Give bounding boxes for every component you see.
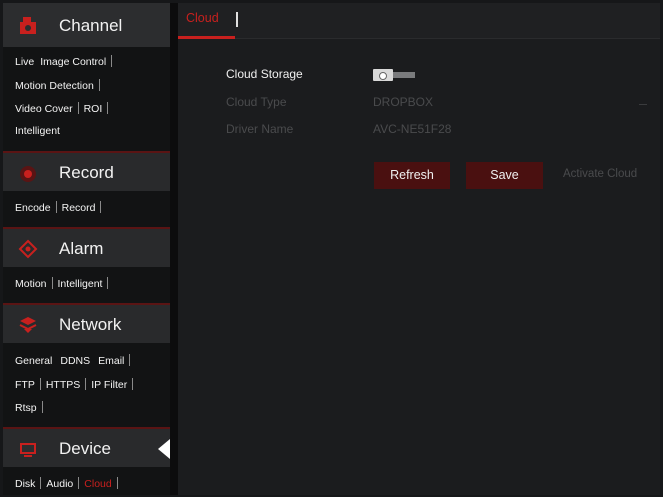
separator bbox=[107, 102, 109, 114]
tab-bar: Cloud bbox=[178, 3, 660, 39]
cloud-storage-toggle[interactable] bbox=[373, 69, 421, 81]
sidebar-subrow: Motion Detection bbox=[15, 79, 105, 93]
toggle-knob bbox=[373, 69, 393, 81]
network-icon bbox=[19, 317, 37, 333]
activate-cloud-button[interactable]: Activate Cloud bbox=[563, 168, 637, 180]
cloud-type-label: Cloud Type bbox=[226, 95, 287, 109]
sidebar-title-network: Network bbox=[59, 315, 122, 334]
sidebar-subrow: Motion Intelligent bbox=[15, 277, 113, 291]
sidebar-subrow: Encode Record bbox=[15, 201, 106, 215]
sidebar-subrow: Rtsp bbox=[15, 401, 48, 415]
cloud-type-select[interactable]: DROPBOX bbox=[373, 95, 433, 109]
alarm-icon bbox=[18, 239, 38, 259]
cloud-storage-label: Cloud Storage bbox=[226, 67, 303, 81]
sidebar-item-video-cover[interactable]: Video Cover bbox=[15, 102, 73, 116]
channel-camera-icon bbox=[20, 17, 36, 34]
sidebar-header-device[interactable]: Device bbox=[3, 427, 170, 467]
main-panel: Cloud Cloud Storage Cloud Type DROPBOX D… bbox=[178, 3, 660, 495]
sidebar-item-record[interactable]: Record bbox=[62, 201, 96, 215]
sidebar: Channel Live Image Control Motion Detecti… bbox=[3, 3, 170, 495]
separator bbox=[51, 277, 53, 289]
sidebar-item-intelligent-alarm[interactable]: Intelligent bbox=[58, 277, 103, 291]
sidebar-title-channel: Channel bbox=[59, 16, 123, 35]
sidebar-subrow: General DDNS Email bbox=[15, 354, 135, 368]
sidebar-item-motion[interactable]: Motion bbox=[15, 277, 47, 291]
sidebar-item-general[interactable]: General bbox=[15, 354, 52, 368]
separator bbox=[129, 354, 131, 366]
sidebar-header-alarm[interactable]: Alarm bbox=[3, 227, 170, 267]
sidebar-title-alarm: Alarm bbox=[59, 239, 104, 258]
sidebar-item-ftp[interactable]: FTP bbox=[15, 378, 35, 392]
sidebar-subrow: FTP HTTPS IP Filter bbox=[15, 378, 138, 392]
sidebar-title-device: Device bbox=[59, 439, 111, 458]
separator bbox=[98, 79, 100, 91]
sidebar-item-live[interactable]: Live bbox=[15, 55, 34, 69]
sidebar-item-ddns[interactable]: DDNS bbox=[60, 354, 90, 368]
sidebar-subrow: Video Cover ROI bbox=[15, 102, 113, 116]
record-icon bbox=[20, 166, 36, 182]
sidebar-divider bbox=[170, 3, 178, 495]
tab-active-underline bbox=[178, 36, 235, 39]
sidebar-item-roi[interactable]: ROI bbox=[84, 102, 103, 116]
toggle-track bbox=[393, 72, 415, 78]
tab-cloud[interactable]: Cloud bbox=[186, 11, 219, 25]
sidebar-header-network[interactable]: Network bbox=[3, 303, 170, 343]
sidebar-item-intelligent[interactable]: Intelligent bbox=[15, 124, 60, 138]
separator bbox=[40, 477, 42, 489]
separator bbox=[39, 378, 41, 390]
sidebar-subrow: Disk Audio Cloud bbox=[15, 477, 123, 491]
sidebar-header-record[interactable]: Record bbox=[3, 151, 170, 191]
save-button[interactable]: Save bbox=[466, 162, 543, 189]
active-section-indicator-icon bbox=[158, 439, 170, 459]
separator bbox=[55, 201, 57, 213]
sidebar-title-record: Record bbox=[59, 163, 114, 182]
sidebar-item-image-control[interactable]: Image Control bbox=[40, 55, 106, 69]
tab-separator bbox=[236, 12, 238, 27]
sidebar-subrow: Live Image Control bbox=[15, 55, 117, 69]
driver-name-label: Driver Name bbox=[226, 122, 294, 136]
sidebar-item-motion-detection[interactable]: Motion Detection bbox=[15, 79, 94, 93]
sidebar-item-disk[interactable]: Disk bbox=[15, 477, 35, 491]
separator bbox=[41, 401, 43, 413]
separator bbox=[111, 55, 113, 67]
separator bbox=[78, 477, 80, 489]
sidebar-header-channel[interactable]: Channel bbox=[3, 3, 170, 47]
separator bbox=[116, 477, 118, 489]
separator bbox=[132, 378, 134, 390]
refresh-button[interactable]: Refresh bbox=[374, 162, 450, 189]
sidebar-item-email[interactable]: Email bbox=[98, 354, 124, 368]
separator bbox=[85, 378, 87, 390]
sidebar-item-audio[interactable]: Audio bbox=[46, 477, 73, 491]
device-icon bbox=[20, 443, 36, 457]
sidebar-item-cloud[interactable]: Cloud bbox=[84, 477, 111, 491]
sidebar-subrow: Intelligent bbox=[15, 124, 60, 138]
separator bbox=[100, 201, 102, 213]
sidebar-item-ip-filter[interactable]: IP Filter bbox=[91, 378, 127, 392]
sidebar-item-https[interactable]: HTTPS bbox=[46, 378, 80, 392]
sidebar-item-encode[interactable]: Encode bbox=[15, 201, 51, 215]
app-window: Channel Live Image Control Motion Detecti… bbox=[0, 0, 663, 497]
driver-name-value: AVC-NE51F28 bbox=[373, 122, 452, 136]
sidebar-item-rtsp[interactable]: Rtsp bbox=[15, 401, 37, 415]
separator bbox=[77, 102, 79, 114]
separator bbox=[107, 277, 109, 289]
select-dropdown-mark bbox=[639, 104, 647, 105]
